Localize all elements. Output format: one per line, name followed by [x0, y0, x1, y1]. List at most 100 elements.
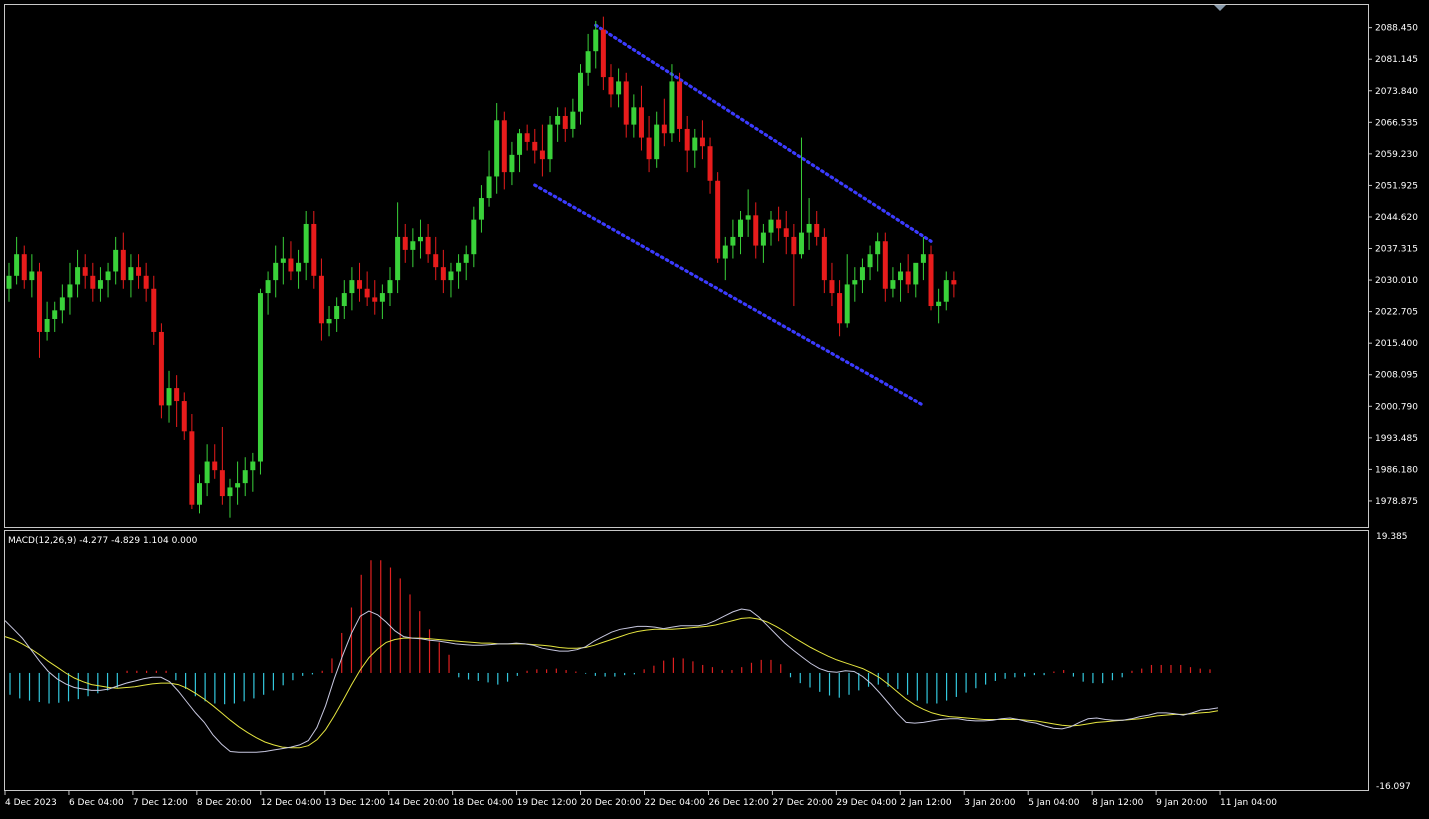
candle-body — [357, 280, 363, 289]
candle-body — [151, 288, 157, 332]
x-tick-label: 22 Dec 04:00 — [645, 798, 706, 808]
x-tick-label: 8 Jan 12:00 — [1092, 798, 1144, 808]
candle-body — [951, 280, 957, 285]
chart-canvas[interactable]: 2088.450 2081.145 2073.840 2066.535 2059.230… — [0, 0, 1429, 815]
candle-body — [90, 275, 96, 289]
candle-body — [67, 284, 73, 298]
x-tick-label: 11 Jan 04:00 — [1220, 798, 1277, 808]
candle-body — [29, 271, 35, 281]
macd-y-min-label: -16.097 — [1376, 782, 1411, 792]
candle-body — [753, 215, 759, 246]
x-tick-label: 27 Dec 20:00 — [772, 798, 833, 808]
candle-body — [417, 236, 423, 242]
candle-body — [113, 249, 119, 272]
candle-body — [334, 306, 340, 319]
candle-body — [14, 254, 20, 276]
candle-body — [936, 301, 942, 307]
candle-body — [814, 223, 820, 237]
x-tick-label: 6 Dec 04:00 — [69, 798, 124, 808]
candle-body — [36, 271, 42, 332]
candle-body — [227, 487, 233, 497]
candle-body — [738, 219, 744, 237]
candle-body — [867, 254, 873, 268]
candle-body — [410, 241, 416, 250]
candle-body — [783, 228, 789, 237]
candle-body — [318, 275, 324, 324]
candle-body — [707, 146, 713, 181]
candle-body — [486, 176, 492, 199]
price-y-tick-label: 2088.450 — [1375, 24, 1418, 34]
candle-body — [97, 280, 103, 289]
candle-body — [197, 483, 202, 505]
candle-body — [349, 280, 355, 294]
x-tick-label: 26 Dec 12:00 — [708, 798, 769, 808]
candle-body — [242, 470, 248, 484]
candle-body — [212, 461, 218, 471]
x-tick-label: 18 Dec 04:00 — [453, 798, 514, 808]
candle-body — [852, 280, 858, 285]
price-y-tick-label: 2051.925 — [1375, 181, 1418, 191]
candle-body — [905, 271, 911, 285]
candle-body — [395, 236, 401, 281]
candle-body — [768, 219, 774, 233]
macd-panel-frame — [4, 530, 1369, 791]
candle-body — [433, 254, 439, 268]
candle-body — [638, 107, 644, 138]
candle-body — [379, 293, 385, 302]
candle-body — [517, 133, 523, 155]
candle-body — [387, 280, 393, 294]
candle-body — [631, 107, 637, 125]
candle-body — [105, 271, 111, 281]
candle-body — [913, 262, 919, 285]
candle-body — [494, 120, 500, 177]
x-tick-label: 14 Dec 20:00 — [389, 798, 450, 808]
macd-title: MACD(12,26,9) -4.277 -4.829 1.104 0.000 — [8, 536, 198, 546]
x-tick-label: 13 Dec 12:00 — [325, 798, 386, 808]
candle-body — [684, 128, 690, 151]
candle-body — [372, 297, 378, 302]
candle-body — [776, 219, 782, 229]
candle-body — [920, 254, 926, 263]
price-y-axis: 2088.450 2081.145 2073.840 2066.535 2059.230… — [1368, 24, 1418, 507]
candle-body — [189, 431, 195, 505]
candle-body — [326, 318, 332, 324]
candle — [257, 288, 263, 475]
candle-body — [257, 293, 263, 462]
candle-body — [898, 271, 904, 281]
candle-body — [837, 293, 843, 324]
candle-body — [844, 284, 850, 324]
candle-body — [402, 236, 408, 250]
candle-body — [280, 258, 286, 263]
candle-body — [273, 262, 279, 281]
x-tick-label: 19 Dec 12:00 — [517, 798, 578, 808]
x-tick-label: 3 Jan 20:00 — [964, 798, 1016, 808]
candle-body — [715, 180, 721, 259]
candle-body — [471, 219, 477, 255]
candle-body — [745, 215, 751, 220]
candle-body — [730, 236, 736, 246]
x-tick-label: 29 Dec 04:00 — [836, 798, 897, 808]
candle-body — [547, 124, 553, 160]
candle — [928, 245, 934, 311]
candle-body — [341, 293, 347, 307]
trading-chart[interactable]: 2088.450 2081.145 2073.840 2066.535 2059.230… — [0, 0, 1429, 815]
candle-body — [128, 267, 134, 281]
candle-body — [890, 280, 896, 289]
price-y-tick-label: 2059.230 — [1375, 150, 1418, 160]
candle-body — [722, 245, 728, 259]
candle-body — [585, 51, 591, 73]
price-y-tick-label: 2022.705 — [1375, 308, 1418, 318]
candle-body — [654, 124, 660, 160]
price-y-tick-label: 1993.485 — [1375, 434, 1418, 444]
candle-body — [593, 29, 599, 52]
candle-body — [456, 262, 462, 272]
candle-body — [661, 124, 667, 134]
candle-body — [669, 81, 675, 134]
candle-body — [623, 81, 629, 125]
x-tick-label: 4 Dec 2023 — [5, 798, 57, 808]
price-y-tick-label: 1978.875 — [1375, 497, 1418, 507]
candle — [158, 323, 164, 419]
candle-body — [578, 72, 583, 112]
price-y-tick-label: 2015.400 — [1375, 339, 1418, 349]
candle-body — [143, 275, 149, 289]
